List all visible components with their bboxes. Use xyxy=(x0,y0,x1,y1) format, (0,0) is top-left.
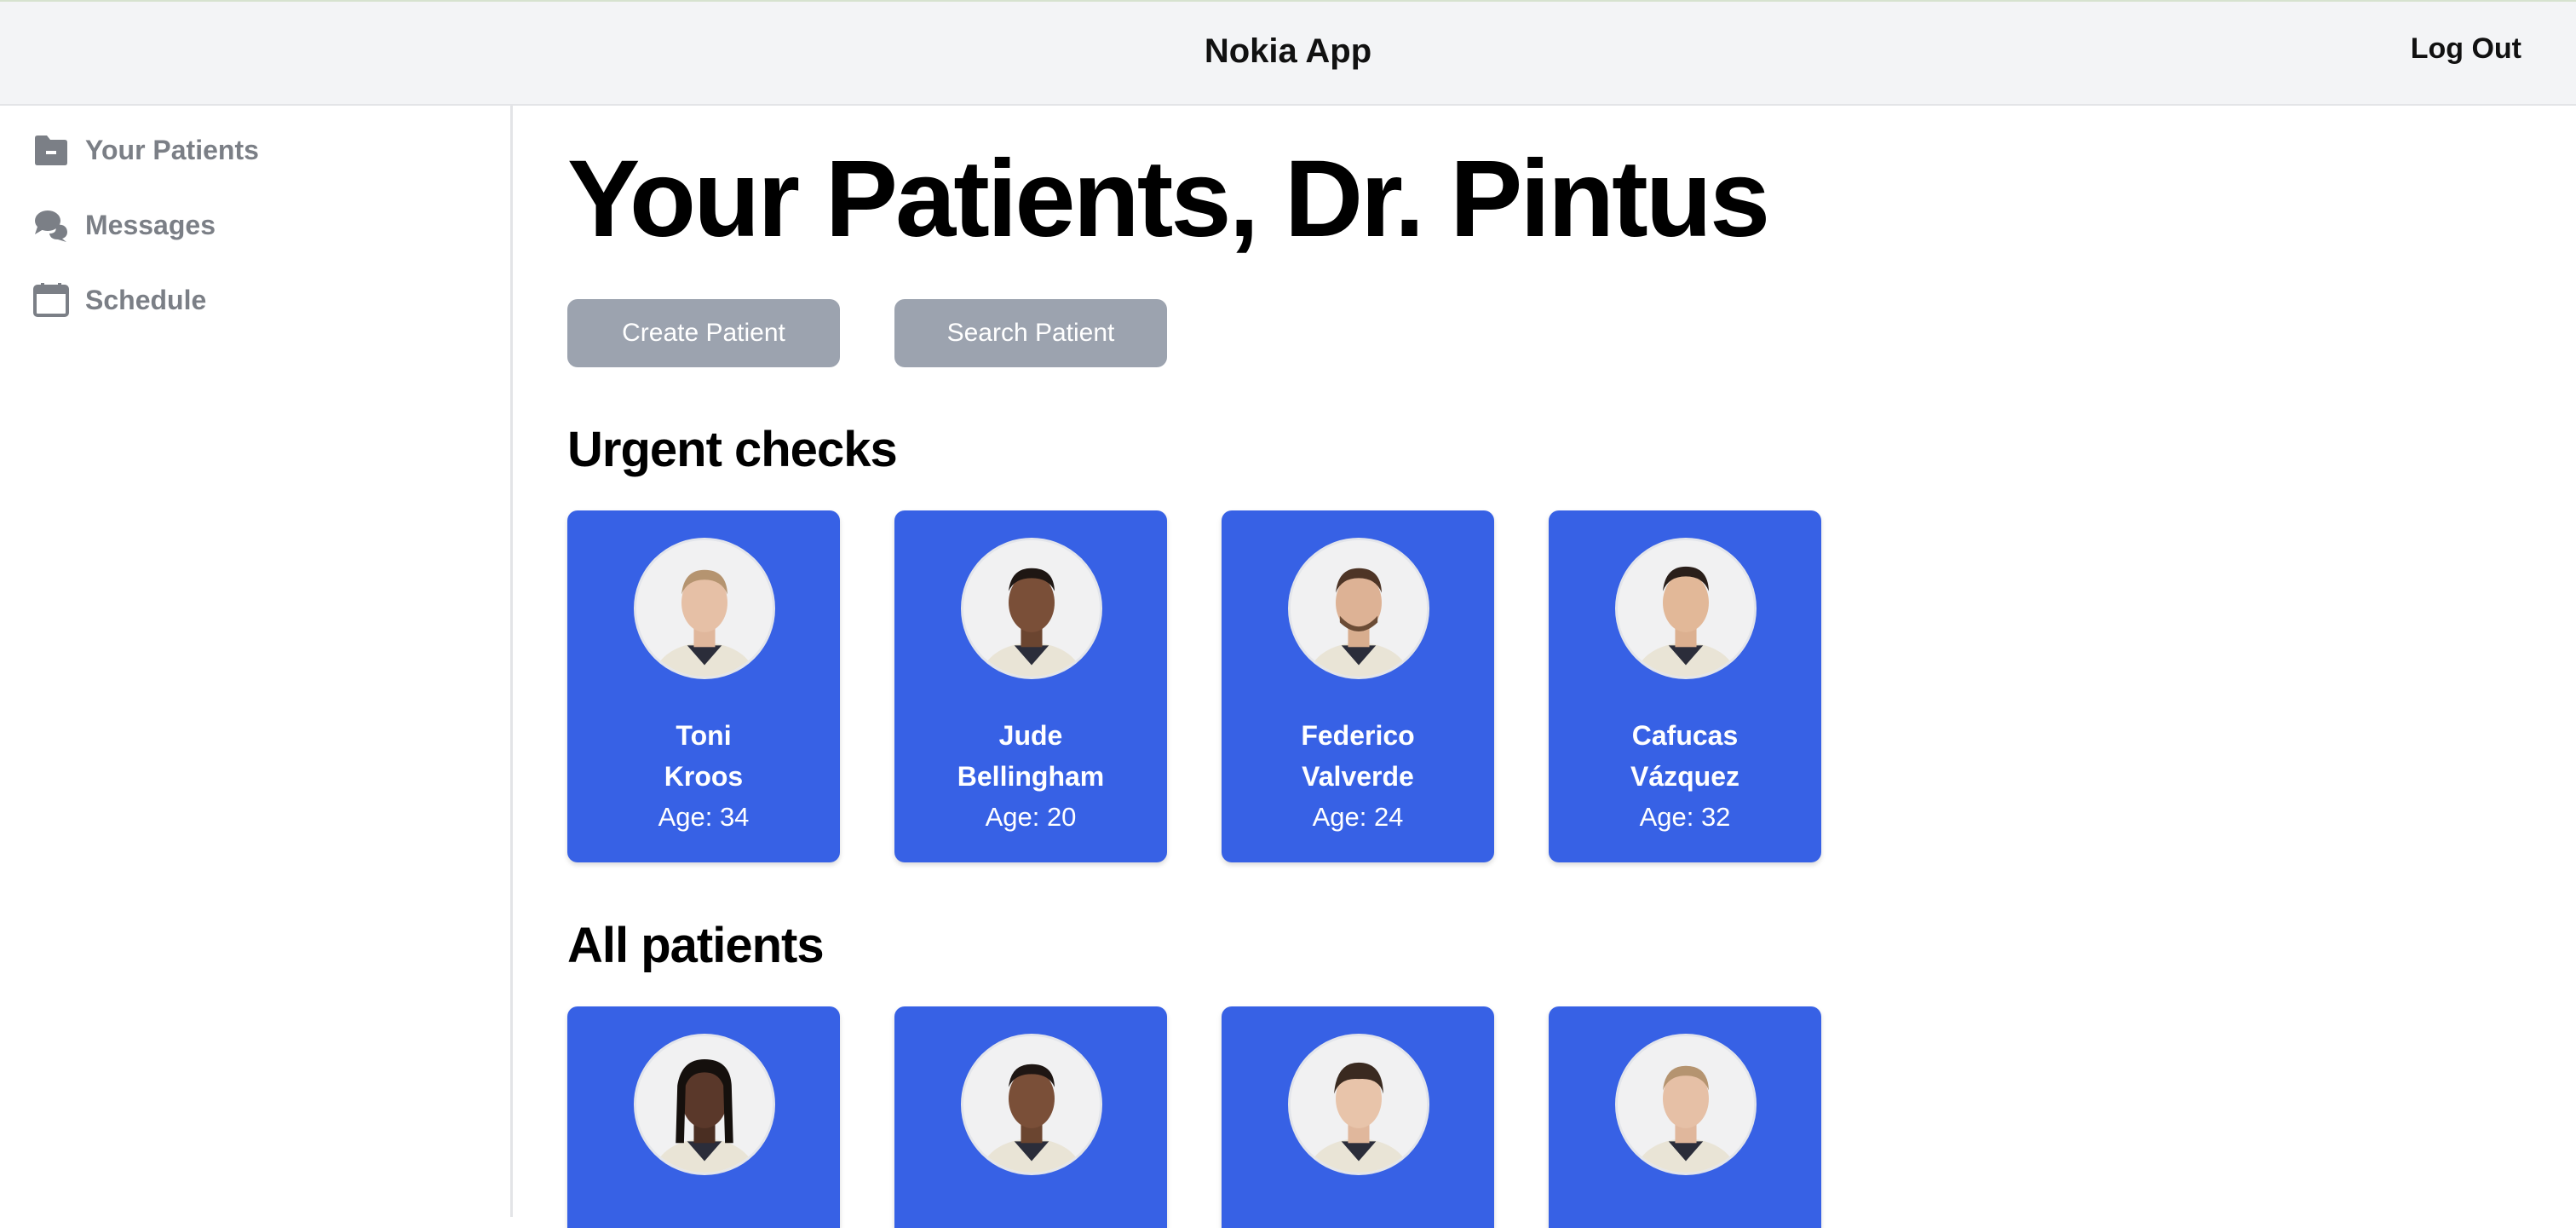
sidebar-item-your-patients[interactable]: Your Patients xyxy=(32,130,259,170)
create-patient-button[interactable]: Create Patient xyxy=(567,299,840,367)
patient-age: Age: 34 xyxy=(658,802,750,832)
patient-name: Jude Bellingham xyxy=(894,715,1167,797)
top-bar: Nokia App Log Out xyxy=(0,0,2576,106)
patient-card[interactable] xyxy=(894,1006,1167,1228)
patient-card[interactable] xyxy=(1549,1006,1821,1228)
sidebar: Your Patients Messages Schedule xyxy=(0,106,513,1217)
patient-age: Age: 20 xyxy=(985,802,1077,832)
patient-first-name: Jude xyxy=(998,720,1063,751)
patient-last-name: Valverde xyxy=(1302,761,1414,792)
avatar xyxy=(961,1034,1102,1175)
avatar xyxy=(1288,538,1429,679)
patient-card[interactable] xyxy=(567,1006,840,1228)
avatar xyxy=(1288,1034,1429,1175)
patient-card[interactable] xyxy=(1222,1006,1494,1228)
sidebar-item-messages[interactable]: Messages xyxy=(32,205,216,245)
logout-button[interactable]: Log Out xyxy=(2411,32,2521,66)
app-title: Nokia App xyxy=(1204,32,1372,70)
avatar xyxy=(1615,1034,1757,1175)
main-content: Your Patients, Dr. Pintus Create Patient… xyxy=(567,106,2527,1228)
patient-age: Age: 24 xyxy=(1312,802,1404,832)
patient-card[interactable]: Toni Kroos Age: 34 xyxy=(567,510,840,862)
patient-name: Federico Valverde xyxy=(1222,715,1494,797)
section-title-urgent: Urgent checks xyxy=(567,422,898,477)
sidebar-item-label: Messages xyxy=(85,209,216,240)
patient-card[interactable]: Federico Valverde Age: 24 xyxy=(1222,510,1494,862)
page-title: Your Patients, Dr. Pintus xyxy=(567,138,1770,260)
sidebar-item-label: Your Patients xyxy=(85,134,259,165)
calendar-icon xyxy=(32,281,70,319)
patient-card[interactable]: Cafucas Vázquez Age: 32 xyxy=(1549,510,1821,862)
patient-age: Age: 32 xyxy=(1639,802,1731,832)
avatar xyxy=(1615,538,1757,679)
search-patient-button[interactable]: Search Patient xyxy=(894,299,1167,367)
avatar xyxy=(961,538,1102,679)
section-title-all: All patients xyxy=(567,918,825,973)
folder-icon xyxy=(32,131,70,169)
patient-first-name: Cafucas xyxy=(1631,720,1739,751)
avatar xyxy=(634,538,775,679)
patient-card[interactable]: Jude Bellingham Age: 20 xyxy=(894,510,1167,862)
patient-name: Toni Kroos xyxy=(567,715,840,797)
chat-bubbles-icon xyxy=(32,206,70,244)
sidebar-item-label: Schedule xyxy=(85,284,207,315)
sidebar-item-schedule[interactable]: Schedule xyxy=(32,280,206,320)
patient-first-name: Toni xyxy=(676,720,732,751)
patient-last-name: Bellingham xyxy=(957,761,1105,792)
patient-first-name: Federico xyxy=(1301,720,1415,751)
avatar xyxy=(634,1034,775,1175)
patient-name: Cafucas Vázquez xyxy=(1549,715,1821,797)
patient-last-name: Vázquez xyxy=(1630,761,1740,792)
patient-last-name: Kroos xyxy=(664,761,744,792)
